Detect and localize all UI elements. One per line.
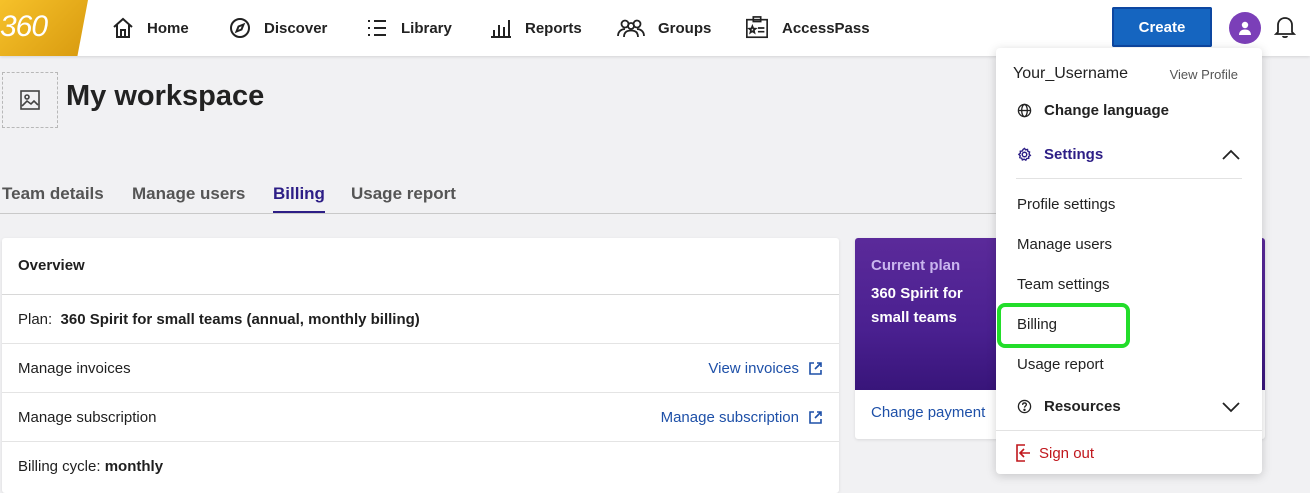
bell-icon	[1273, 17, 1297, 39]
external-link-icon	[809, 361, 822, 375]
menu-usage-report[interactable]: Usage report	[1017, 356, 1104, 373]
change-payment-link[interactable]: Change payment	[871, 404, 985, 421]
manage-subscription-link-label: Manage subscription	[660, 408, 799, 426]
plan-label: Plan:	[18, 310, 53, 328]
help-circle-icon	[1017, 399, 1032, 414]
nav-discover[interactable]: Discover	[228, 0, 327, 56]
gear-icon	[1017, 147, 1032, 162]
view-invoices-link[interactable]: View invoices	[708, 360, 823, 377]
compass-icon	[230, 18, 250, 38]
tab-usage-report[interactable]: Usage report	[351, 184, 456, 211]
menu-team-settings[interactable]: Team settings	[1017, 276, 1110, 293]
manage-subscription-link[interactable]: Manage subscription	[661, 409, 823, 426]
tab-team-details[interactable]: Team details	[2, 184, 104, 211]
sign-out-button[interactable]: Sign out	[1015, 444, 1094, 462]
menu-username: Your_Username	[1013, 65, 1129, 82]
view-profile-link[interactable]: View Profile	[1170, 67, 1238, 82]
billing-cycle-label: Billing cycle:	[18, 458, 101, 475]
notifications-bell[interactable]	[1273, 15, 1297, 44]
nav-reports-label: Reports	[525, 19, 582, 37]
subscription-label: Manage subscription	[18, 408, 157, 426]
page-title: My workspace	[66, 80, 265, 112]
plan-info: Plan: 360 Spirit for small teams (annual…	[18, 311, 420, 328]
workspace-tabs: Team details Manage users Billing Usage …	[0, 178, 1000, 214]
create-button[interactable]: Create	[1112, 7, 1212, 47]
nav-home[interactable]: Home	[111, 0, 189, 56]
tab-billing[interactable]: Billing	[273, 184, 325, 213]
overview-card: Overview Plan: 360 Spirit for small team…	[2, 238, 839, 493]
invoices-row: Manage invoices View invoices	[2, 344, 839, 393]
image-icon	[20, 90, 40, 110]
menu-settings-toggle[interactable]: Settings	[1017, 146, 1243, 163]
profile-dropdown-menu: Your_Username View Profile Change langua…	[996, 48, 1262, 474]
globe-icon	[1017, 103, 1032, 118]
invoices-label: Manage invoices	[18, 359, 131, 377]
menu-resources-label: Resources	[1044, 398, 1121, 415]
clipboard-star-icon	[746, 16, 768, 39]
billing-cycle-value: monthly	[104, 458, 164, 475]
user-icon	[1239, 21, 1251, 35]
nav-reports[interactable]: Reports	[489, 0, 582, 56]
sign-out-icon	[1016, 444, 1030, 462]
menu-change-language-label: Change language	[1044, 102, 1170, 119]
billing-cycle-row: Billing cycle: monthly	[2, 442, 839, 491]
tab-manage-users[interactable]: Manage users	[132, 184, 245, 211]
plan-value: 360 Spirit for small teams (annual, mont…	[60, 310, 420, 328]
subscription-row: Manage subscription Manage subscription	[2, 393, 839, 442]
plan-row: Plan: 360 Spirit for small teams (annual…	[2, 295, 839, 344]
external-link-icon	[809, 410, 822, 424]
current-plan-name: 360 Spirit for small teams (annual, mont…	[871, 285, 963, 326]
nav-library-label: Library	[401, 19, 452, 37]
nav-accesspass[interactable]: AccessPass	[744, 0, 870, 56]
user-avatar[interactable]	[1229, 12, 1261, 44]
nav-home-label: Home	[147, 19, 189, 37]
home-icon	[113, 17, 133, 38]
bar-chart-icon	[491, 20, 511, 38]
brand-logo-text: 360	[0, 10, 48, 43]
list-icon	[368, 20, 386, 36]
nav-discover-label: Discover	[264, 19, 328, 37]
chevron-down-icon[interactable]	[1222, 401, 1240, 413]
sign-out-label: Sign out	[1039, 444, 1095, 462]
menu-change-language[interactable]: Change language	[1017, 102, 1169, 119]
chevron-up-icon[interactable]	[1222, 149, 1240, 161]
menu-settings-label: Settings	[1044, 146, 1104, 163]
workspace-image-placeholder[interactable]	[2, 72, 58, 128]
menu-manage-users[interactable]: Manage users	[1017, 236, 1112, 253]
view-invoices-link-label: View invoices	[708, 359, 799, 377]
billing-cycle-info: Billing cycle: monthly	[18, 458, 163, 475]
menu-divider	[1016, 178, 1242, 179]
overview-title: Overview	[2, 238, 839, 295]
menu-resources-toggle[interactable]: Resources	[1017, 398, 1121, 415]
billing-highlight-box	[997, 303, 1130, 348]
nav-groups[interactable]: Groups	[616, 0, 711, 56]
brand-logo[interactable]: 360	[0, 0, 88, 56]
menu-divider	[996, 430, 1262, 431]
nav-groups-label: Groups	[658, 19, 712, 37]
groups-icon	[617, 19, 645, 38]
menu-profile-settings[interactable]: Profile settings	[1017, 196, 1115, 213]
nav-accesspass-label: AccessPass	[782, 19, 870, 37]
nav-library[interactable]: Library	[365, 0, 452, 56]
